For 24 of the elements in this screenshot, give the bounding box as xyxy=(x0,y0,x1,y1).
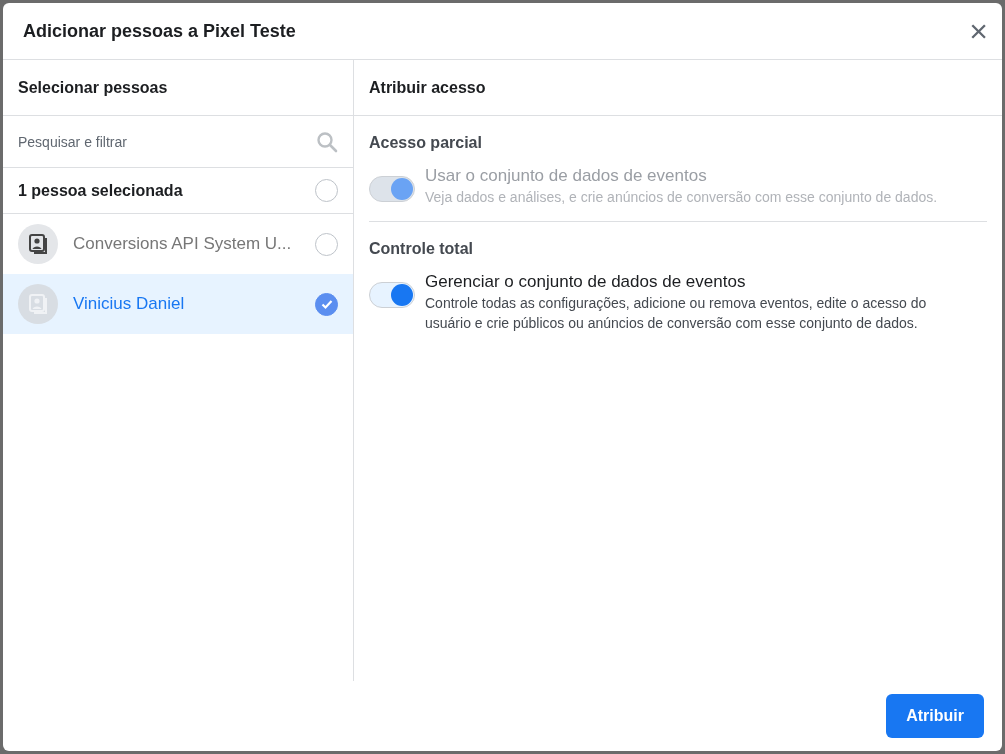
person-name: Conversions API System U... xyxy=(73,234,293,254)
section-title: Acesso parcial xyxy=(369,134,483,152)
option-label: Gerenciar o conjunto de dados de eventos xyxy=(425,272,747,292)
section-title: Controle total xyxy=(369,240,474,258)
select-all-checkbox[interactable] xyxy=(315,179,338,202)
person-row[interactable]: Conversions API System U... xyxy=(3,214,353,274)
checkmark-icon xyxy=(319,297,334,311)
assign-button[interactable]: Atribuir xyxy=(886,694,984,738)
person-row[interactable]: Vinicius Daniel xyxy=(3,274,353,334)
option-description: Controle todas as configurações, adicione ou remova eventos, edite o acesso do usuário e crie públicos ou anúncios de conversão com esse conjunto de dados. xyxy=(425,294,928,333)
option-description: Veja dados e análises, e crie anúncios de conversão com esse conjunto de dados. xyxy=(425,188,939,207)
person-checkbox[interactable] xyxy=(315,232,338,256)
dialog-title: Adicionar pessoas a Pixel Teste xyxy=(23,20,296,42)
search-icon xyxy=(316,130,338,153)
avatar-icon xyxy=(18,224,58,264)
column-heading: Atribuir acesso xyxy=(369,78,486,97)
option-label: Usar o conjunto de dados de eventos xyxy=(425,166,708,186)
toggle-switch[interactable] xyxy=(369,282,415,308)
close-button[interactable]: × xyxy=(965,15,992,47)
person-checkbox[interactable] xyxy=(315,292,338,316)
person-name: Vinicius Daniel xyxy=(73,294,186,314)
selection-count: 1 pessoa selecionada xyxy=(18,181,183,200)
avatar-icon xyxy=(18,284,58,324)
column-heading: Selecionar pessoas xyxy=(18,78,168,97)
